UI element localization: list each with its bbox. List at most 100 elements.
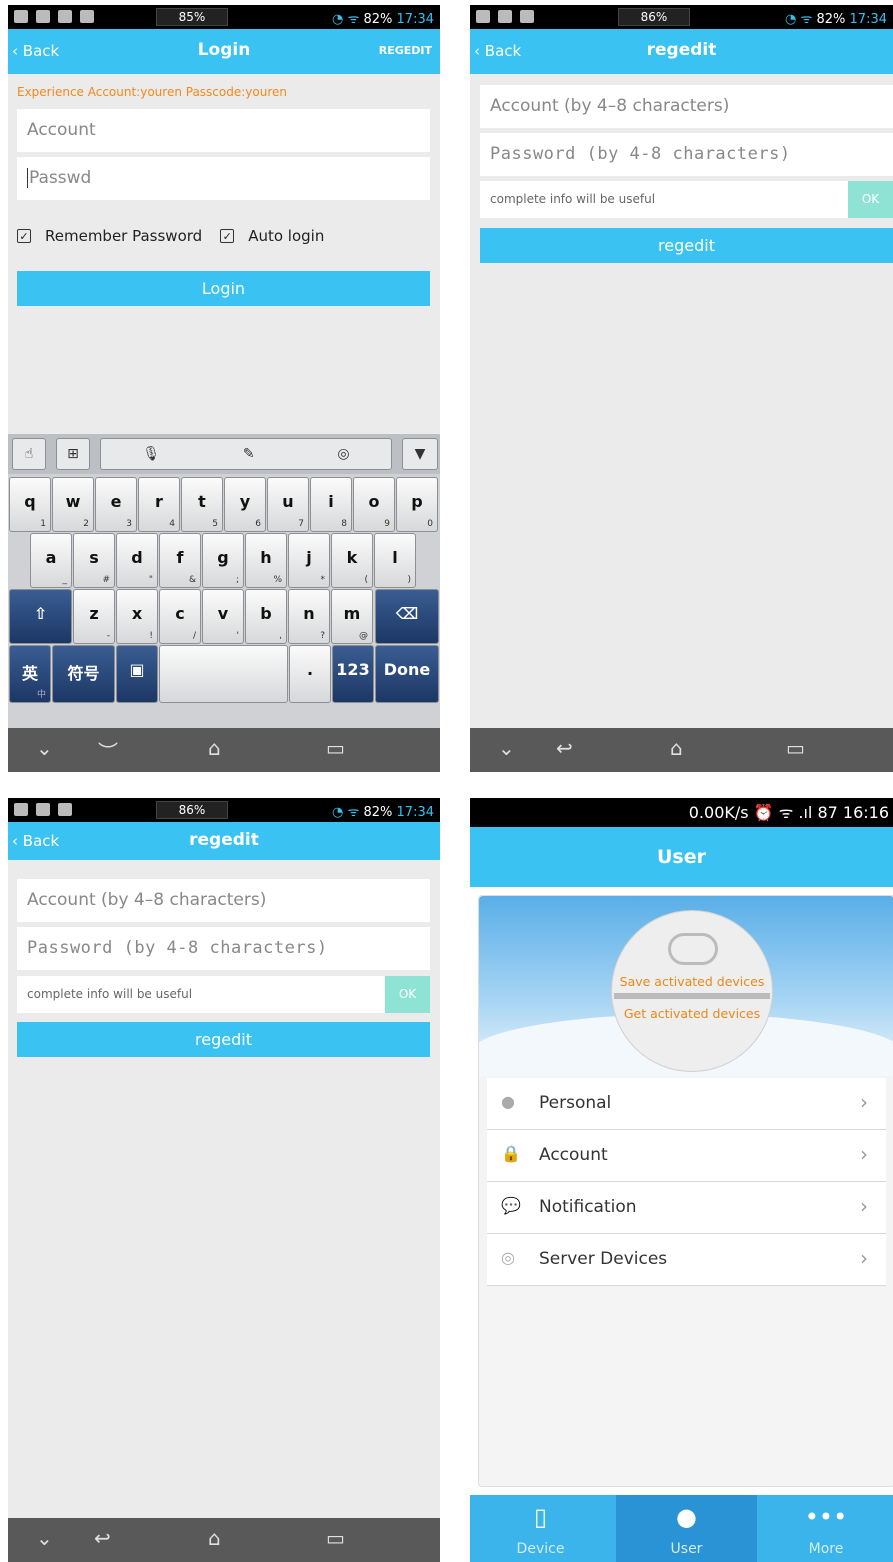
key-sublabel: @ [359,631,368,641]
login-button[interactable]: Login [17,271,430,306]
status-right: ◔ ᯤ 82% 17:34 [785,9,887,27]
key-h[interactable]: h% [245,533,287,588]
account-input[interactable]: Account (by 4–8 characters) [480,85,893,128]
recents-icon[interactable]: ▭ [326,736,345,760]
key-n[interactable]: n? [288,589,330,644]
title-bar: ‹ Back regedit [470,29,893,74]
person-icon: ● [501,1092,515,1111]
key-l[interactable]: l) [374,533,416,588]
keyboard-icon [14,10,28,23]
key-label: t [198,492,206,511]
chevron-down-icon[interactable]: ⌄ [36,1526,53,1550]
menu-item-account[interactable]: 🔒 Account › [487,1130,886,1182]
key-label: m [343,604,361,623]
autologin-checkbox[interactable]: ✓ [220,229,235,243]
recents-icon[interactable]: ▭ [326,1526,345,1550]
key-label: q [24,492,36,511]
get-devices-button[interactable]: Get activated devices [612,1006,772,1021]
layout-icon[interactable]: ⊞ [56,438,90,470]
shift-key[interactable]: ⇧ [9,589,72,644]
space-key[interactable] [159,645,288,703]
save-devices-button[interactable]: Save activated devices [612,974,772,989]
key-j[interactable]: j * [288,533,330,588]
key-i[interactable]: i8 [310,477,352,532]
key-e[interactable]: e3 [95,477,137,532]
pen-icon[interactable]: ✎ [243,446,255,462]
image-icon [476,10,490,23]
done-key[interactable]: Done [375,645,439,703]
key-label: ⌫ [395,604,419,623]
key-s[interactable]: s # [73,533,115,588]
password-input[interactable]: Passwd [17,157,430,200]
period-key[interactable]: . [289,645,331,703]
input-mode-key[interactable]: ▣ [116,645,158,703]
key-y[interactable]: y6 [224,477,266,532]
key-v[interactable]: v ' [202,589,244,644]
numbers-key[interactable]: 123 [332,645,374,703]
key-o[interactable]: o9 [353,477,395,532]
key-label: 英 [21,664,38,683]
password-input[interactable]: Password (by 4-8 characters) [17,927,430,970]
key-sublabel: ( [364,575,368,585]
account-input[interactable]: Account [17,109,430,152]
info-input[interactable]: complete info will be useful [480,181,848,218]
key-label: b [260,604,272,623]
symbols-key[interactable]: 符号 [52,645,115,703]
key-k[interactable]: k( [331,533,373,588]
key-t[interactable]: t5 [181,477,223,532]
key-c[interactable]: c / [159,589,201,644]
key-f[interactable]: f & [159,533,201,588]
tab-more[interactable]: ••• More [759,1495,893,1562]
key-p[interactable]: p0 [396,477,438,532]
tab-user[interactable]: ● User [616,1495,757,1562]
key-q[interactable]: q1 [9,477,51,532]
key-d[interactable]: d " [116,533,158,588]
back-icon[interactable]: ↩ [556,736,573,760]
key-u[interactable]: u7 [267,477,309,532]
info-input[interactable]: complete info will be useful [17,976,385,1013]
password-input[interactable]: Password (by 4-8 characters) [480,133,893,176]
microphone-icon[interactable]: 🎙 [142,446,160,462]
login-screen: 85% ◔ ᯤ 82% 17:34 ‹ Back Login REGEDIT E… [8,5,440,772]
page-title: User [470,827,893,887]
key-w[interactable]: w2 [52,477,94,532]
regedit-button[interactable]: regedit [480,228,893,263]
key-x[interactable]: x! [116,589,158,644]
regedit-button[interactable]: regedit [17,1022,430,1057]
key-r[interactable]: r4 [138,477,180,532]
home-icon[interactable]: ⌂ [208,1526,221,1550]
collapse-keyboard-icon[interactable]: ▼ [402,438,438,470]
app-icon [58,10,72,23]
language-key[interactable]: 英中 [9,645,51,703]
key-z[interactable]: z- [73,589,115,644]
key-b[interactable]: b, [245,589,287,644]
menu-item-server-devices[interactable]: ◎ Server Devices › [487,1234,886,1286]
gesture-icon[interactable]: ☝ [12,438,46,470]
key-label: s [89,548,99,567]
weibo-icon[interactable]: ◎ [337,446,349,462]
remember-checkbox[interactable]: ✓ [17,229,31,243]
back-icon[interactable]: ↩ [94,1526,111,1550]
key-g[interactable]: g; [202,533,244,588]
regedit-link[interactable]: REGEDIT [379,44,432,57]
chevron-down-icon[interactable]: ⌄ [36,736,53,760]
key-a[interactable]: a _ [30,533,72,588]
chevron-down-icon[interactable]: ⌄ [498,736,515,760]
menu-item-label: Server Devices [539,1249,668,1269]
key-m[interactable]: m @ [331,589,373,644]
menu-item-personal[interactable]: ● Personal › [487,1078,886,1130]
account-input[interactable]: Account (by 4–8 characters) [17,879,430,922]
backspace-key[interactable]: ⌫ [375,589,439,644]
home-icon[interactable]: ⌂ [208,736,221,760]
key-sublabel: , [279,631,282,641]
ok-button[interactable]: OK [385,976,430,1013]
recents-icon[interactable]: ▭ [786,736,805,760]
clock: 17:34 [396,12,434,27]
ok-button[interactable]: OK [848,181,893,218]
tab-device[interactable]: ▯ Device [470,1495,611,1562]
hide-keyboard-icon[interactable]: ︶ [98,736,118,765]
home-icon[interactable]: ⌂ [670,736,683,760]
soft-keyboard: ☝ ⊞ 🎙 ✎ ◎ ▼ q 1 w 2 e 3 r 4 t 5 y 6 u 7 i 8 o 9 p 0 a _ s # d " f &… [8,434,440,731]
menu-item-notification[interactable]: 💬 Notification › [487,1182,886,1234]
remember-label: Remember Password [45,227,203,245]
